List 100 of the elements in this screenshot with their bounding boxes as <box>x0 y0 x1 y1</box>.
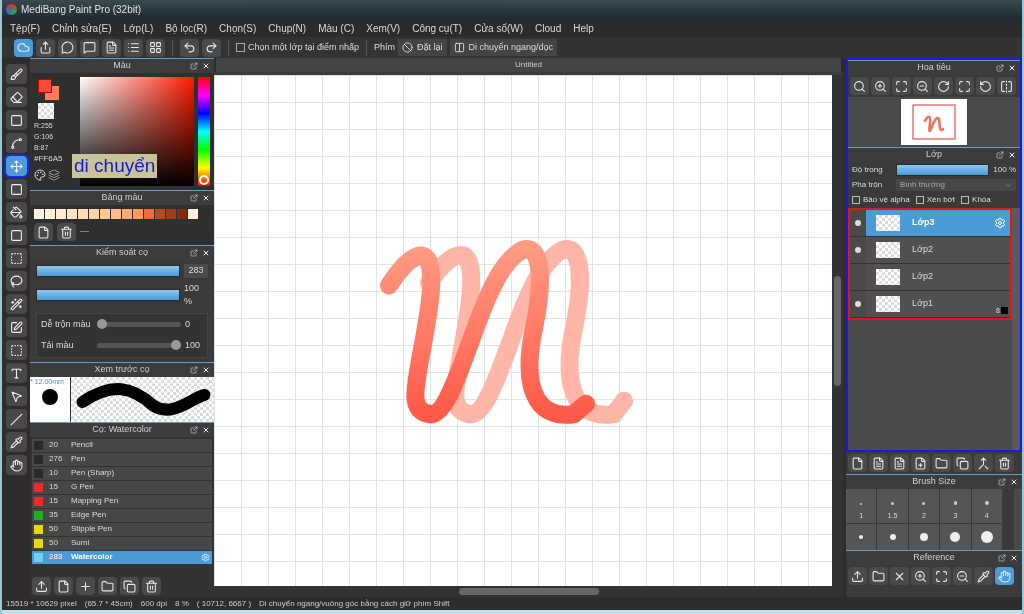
tool-button[interactable] <box>5 202 27 222</box>
tool-button[interactable] <box>5 432 27 452</box>
close-icon[interactable] <box>202 249 210 257</box>
menu-item[interactable]: Lớp(L) <box>123 20 154 36</box>
transparent-swatch[interactable] <box>38 103 54 119</box>
popout-icon[interactable] <box>190 425 198 434</box>
menu-item[interactable]: Cloud <box>535 20 562 36</box>
zoom-in-button[interactable] <box>871 77 890 95</box>
palette-swatch[interactable] <box>56 209 66 219</box>
checkbox[interactable] <box>915 196 924 204</box>
main-color-swatch[interactable] <box>38 79 52 93</box>
slider-track[interactable] <box>97 343 181 349</box>
reset-view-button[interactable] <box>955 77 974 95</box>
tool-button[interactable] <box>5 363 27 383</box>
share-button[interactable] <box>36 38 55 57</box>
vertical-scrollbar[interactable] <box>832 75 843 586</box>
tool-button[interactable] <box>5 156 27 176</box>
layers-icon[interactable] <box>48 169 60 181</box>
popout-icon[interactable] <box>190 62 198 70</box>
fit-button[interactable] <box>892 77 911 95</box>
reset-button[interactable]: Đặt lại <box>398 39 447 56</box>
copy-button[interactable] <box>120 577 139 595</box>
menu-item[interactable]: Help <box>573 20 594 36</box>
size-cell[interactable] <box>908 524 940 550</box>
document-tab[interactable]: Untitled <box>216 58 841 72</box>
tool-button[interactable] <box>5 179 27 199</box>
popout-icon[interactable] <box>998 554 1006 562</box>
palette-swatch[interactable] <box>188 209 198 219</box>
move-button[interactable]: Di chuyển ngang/dọc <box>449 39 558 56</box>
size-cell[interactable] <box>846 524 877 550</box>
eyedropper-button[interactable] <box>974 567 993 585</box>
cloud-button[interactable] <box>14 38 33 57</box>
popout-icon[interactable] <box>998 478 1006 486</box>
brush-row[interactable]: 35 Edge Pen <box>32 508 212 522</box>
new-layer-button[interactable] <box>848 454 867 472</box>
flip-button[interactable] <box>997 77 1016 95</box>
palette-swatch[interactable] <box>34 209 44 219</box>
sub-color-swatch[interactable] <box>45 86 59 100</box>
close-icon[interactable] <box>1008 151 1016 159</box>
menu-item[interactable]: Xem(V) <box>366 20 401 36</box>
slider-track[interactable] <box>97 321 181 327</box>
menu-item[interactable]: Chọn(S) <box>219 20 257 36</box>
palette-swatch[interactable] <box>122 209 132 219</box>
brush-row[interactable]: 276 Pen <box>32 452 212 466</box>
tool-button[interactable] <box>5 248 27 268</box>
merge-button[interactable] <box>974 454 993 472</box>
size-cell[interactable] <box>877 524 908 550</box>
menu-item[interactable]: Chỉnh sửa(E) <box>52 20 112 36</box>
tool-button[interactable] <box>5 64 27 84</box>
brush-row[interactable]: 50 Stipple Pen <box>32 522 212 536</box>
tool-button[interactable] <box>5 87 27 107</box>
palette-swatch[interactable] <box>166 209 176 219</box>
checkbox[interactable] <box>961 196 970 204</box>
vertical-scrollbar[interactable] <box>1012 208 1020 450</box>
popout-icon[interactable] <box>190 194 198 202</box>
folder-button[interactable] <box>869 567 888 585</box>
tool-button[interactable] <box>5 294 27 314</box>
zoom-button[interactable] <box>850 77 869 95</box>
vertical-scrollbar[interactable] <box>1014 489 1022 550</box>
close-icon[interactable] <box>1008 64 1016 72</box>
close-icon[interactable] <box>1010 554 1018 562</box>
palette-swatch[interactable] <box>100 209 110 219</box>
menu-item[interactable]: Màu (C) <box>318 20 355 36</box>
delete-button[interactable] <box>142 577 161 595</box>
palette-swatch[interactable] <box>111 209 121 219</box>
tool-button[interactable] <box>5 455 27 475</box>
message-button[interactable] <box>80 38 99 57</box>
palette-swatch[interactable] <box>144 209 154 219</box>
palette-icon[interactable] <box>34 169 46 181</box>
rotate-left-button[interactable] <box>976 77 995 95</box>
undo-button[interactable] <box>180 38 199 57</box>
add-layer-button[interactable] <box>911 454 930 472</box>
new-file-button[interactable] <box>34 223 53 241</box>
close-button[interactable] <box>890 567 909 585</box>
zoom-out-button[interactable] <box>913 77 932 95</box>
redo-button[interactable] <box>202 38 221 57</box>
slider-thumb[interactable] <box>171 340 181 351</box>
popout-icon[interactable] <box>190 365 198 374</box>
zoom-in-button[interactable] <box>911 567 930 585</box>
settings-icon[interactable] <box>994 217 1006 229</box>
fit-button[interactable] <box>932 567 951 585</box>
palette-swatch[interactable] <box>133 209 143 219</box>
close-icon[interactable] <box>202 194 210 202</box>
tool-button[interactable] <box>5 386 27 406</box>
delete-button[interactable] <box>57 223 76 241</box>
tool-button[interactable] <box>5 133 27 153</box>
brush-row[interactable]: 10 Pen (Sharp) <box>32 466 212 480</box>
tool-button[interactable] <box>5 225 27 245</box>
size-value[interactable]: 283 <box>184 264 208 278</box>
new-file-button[interactable] <box>54 577 73 595</box>
palette-swatch[interactable] <box>67 209 77 219</box>
menu-item[interactable]: Tệp(F) <box>10 20 40 36</box>
palette-swatch[interactable] <box>177 209 187 219</box>
brush-row[interactable]: 50 Sumi <box>32 536 212 550</box>
close-icon[interactable] <box>202 425 210 434</box>
folder-button[interactable] <box>932 454 951 472</box>
tool-button[interactable] <box>5 317 27 337</box>
palette-swatch[interactable] <box>155 209 165 219</box>
layer-row[interactable]: Lớp2 <box>850 264 1010 291</box>
close-icon[interactable] <box>202 62 210 70</box>
